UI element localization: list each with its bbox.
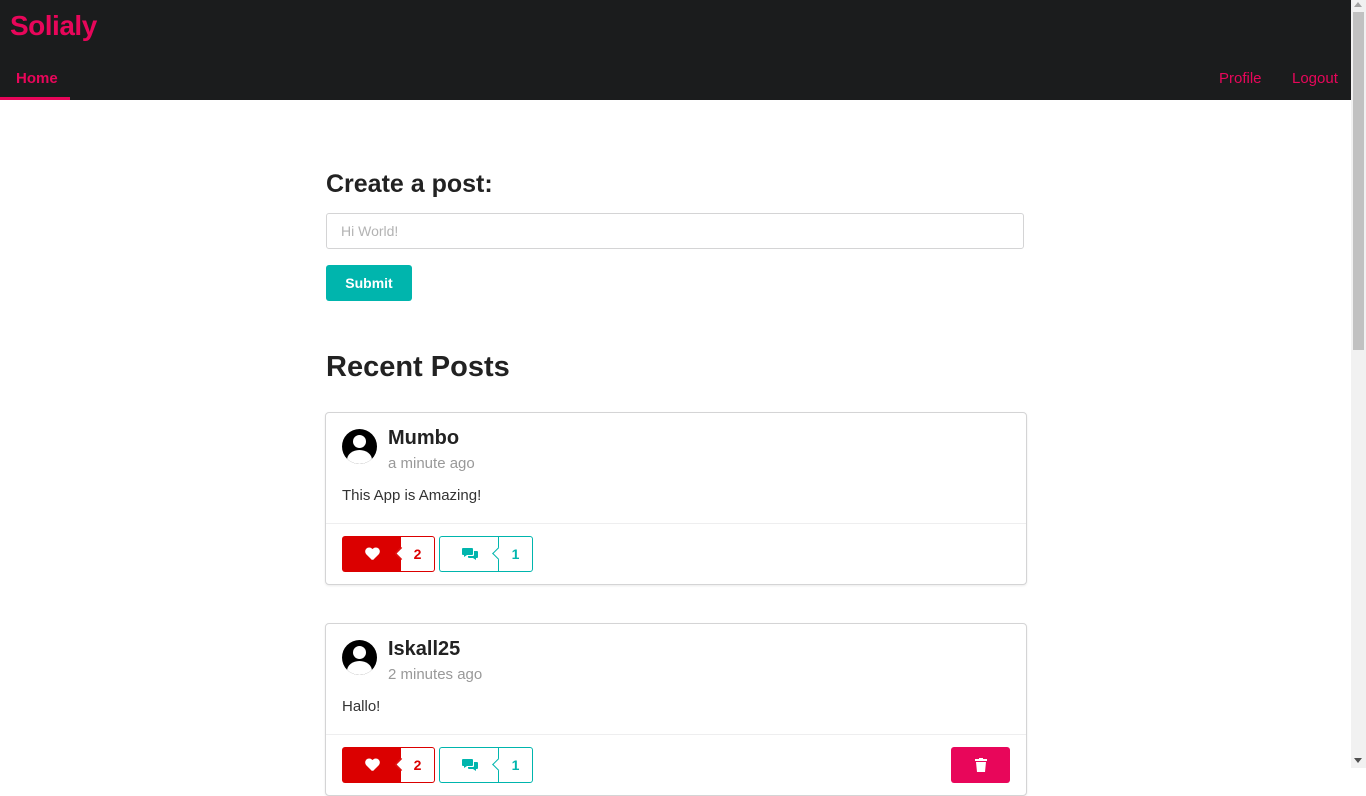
heart-icon <box>365 548 380 561</box>
scroll-up-arrow-icon[interactable] <box>1354 2 1362 7</box>
like-button[interactable]: 2 <box>342 747 435 783</box>
post-content: This App is Amazing! <box>342 487 482 504</box>
user-avatar-icon <box>342 429 377 464</box>
comment-button[interactable]: 1 <box>439 747 533 783</box>
heart-icon <box>365 759 380 772</box>
trash-icon <box>974 758 987 772</box>
post-card: Iskall25 2 minutes ago Hallo! 2 1 <box>325 623 1027 796</box>
active-nav-indicator <box>0 97 70 100</box>
post-input[interactable] <box>326 213 1024 249</box>
user-avatar-icon <box>342 640 377 675</box>
comment-button[interactable]: 1 <box>439 536 533 572</box>
card-divider <box>326 523 1026 524</box>
like-button[interactable]: 2 <box>342 536 435 572</box>
post-card: Mumbo a minute ago This App is Amazing! … <box>325 412 1027 585</box>
nav-profile[interactable]: Profile <box>1219 70 1262 87</box>
nav-logout[interactable]: Logout <box>1292 70 1338 87</box>
comments-icon <box>461 759 478 771</box>
post-content: Hallo! <box>342 698 381 715</box>
post-author[interactable]: Mumbo <box>388 427 459 450</box>
scrollbar[interactable] <box>1351 0 1366 768</box>
scroll-down-arrow-icon[interactable] <box>1354 758 1362 763</box>
top-navbar: Solialy Home Profile Logout <box>0 0 1351 100</box>
brand-logo[interactable]: Solialy <box>10 10 97 42</box>
recent-posts-heading: Recent Posts <box>326 351 510 383</box>
comments-icon <box>461 548 478 560</box>
post-author[interactable]: Iskall25 <box>388 638 460 661</box>
post-time: a minute ago <box>388 455 475 472</box>
delete-post-button[interactable] <box>951 747 1010 783</box>
card-divider <box>326 734 1026 735</box>
post-time: 2 minutes ago <box>388 666 483 683</box>
create-post-heading: Create a post: <box>326 170 493 198</box>
nav-home[interactable]: Home <box>16 70 58 87</box>
scroll-thumb[interactable] <box>1353 12 1364 350</box>
submit-button[interactable]: Submit <box>326 265 412 301</box>
